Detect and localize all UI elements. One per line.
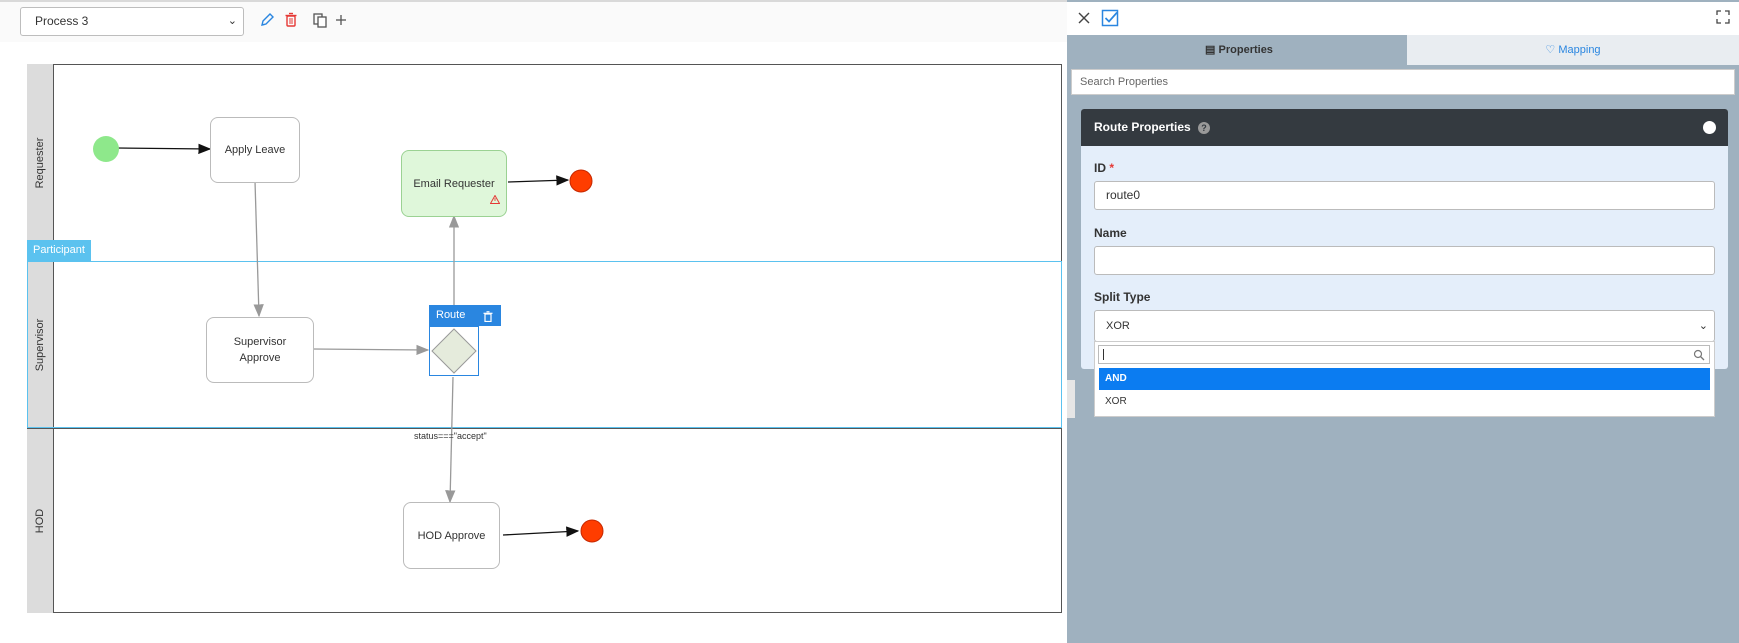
task-supervisor-approve[interactable]: Supervisor Approve	[206, 317, 314, 383]
task-label: HOD Approve	[417, 529, 486, 542]
search-icon	[1693, 348, 1705, 366]
name-field[interactable]	[1094, 246, 1715, 275]
split-type-value: XOR	[1106, 320, 1130, 332]
warning-icon	[489, 193, 501, 209]
task-hod-approve[interactable]: HOD Approve	[403, 502, 500, 569]
maximize-icon[interactable]	[1716, 10, 1730, 24]
flow-supervisor-to-route	[312, 344, 430, 356]
trash-icon[interactable]	[483, 309, 493, 330]
sequence-flows	[93, 136, 604, 543]
card-title: Route Properties	[1094, 120, 1191, 134]
panel-resize-handle[interactable]	[1067, 380, 1075, 418]
task-apply-leave[interactable]: Apply Leave	[210, 117, 300, 183]
start-event	[93, 136, 119, 162]
tab-label: Properties	[1218, 44, 1273, 56]
document-icon: ▤	[1205, 44, 1216, 56]
flow-apply-to-supervisor	[253, 180, 264, 318]
collapse-chevron-icon[interactable]	[1703, 121, 1716, 140]
id-field[interactable]: route0	[1094, 181, 1715, 210]
close-icon[interactable]	[1076, 10, 1092, 26]
dropdown-search-input[interactable]	[1098, 345, 1710, 364]
search-properties-input[interactable]: Search Properties	[1071, 69, 1735, 95]
condition-label[interactable]: status==="accept"	[414, 431, 487, 441]
flow-email-to-end	[507, 175, 570, 186]
flow-hod-to-end	[502, 526, 580, 537]
mapping-icon: ♡	[1545, 44, 1556, 56]
required-asterisk: *	[1109, 161, 1115, 175]
text-cursor	[1103, 349, 1104, 360]
split-type-label: Split Type	[1094, 290, 1151, 304]
name-label: Name	[1094, 226, 1127, 240]
end-event	[580, 519, 604, 543]
dropdown-option-and[interactable]: AND	[1099, 368, 1710, 390]
task-email-requester[interactable]: Email Requester	[401, 150, 507, 217]
tab-properties[interactable]: ▤ Properties	[1071, 35, 1407, 65]
end-event	[569, 169, 593, 193]
task-label: Email Requester	[413, 177, 495, 190]
split-type-select[interactable]: XOR ⌄	[1094, 310, 1715, 342]
dropdown-option-xor[interactable]: XOR	[1099, 391, 1710, 413]
route-gateway-selected[interactable]	[429, 326, 479, 376]
save-check-icon[interactable]	[1101, 9, 1119, 27]
id-label: ID *	[1094, 161, 1114, 175]
route-properties-header[interactable]: Route Properties ?	[1081, 109, 1728, 146]
tab-label: Mapping	[1558, 44, 1601, 56]
task-label: Apply Leave	[224, 144, 286, 156]
panel-topbar	[1067, 2, 1739, 35]
id-label-text: ID	[1094, 161, 1106, 175]
task-label: Supervisor	[233, 336, 287, 348]
chevron-down-icon: ⌄	[1698, 320, 1708, 332]
tab-mapping[interactable]: ♡ Mapping	[1407, 35, 1739, 65]
help-icon[interactable]: ?	[1198, 121, 1211, 134]
gateway-diamond[interactable]	[430, 327, 478, 375]
task-label: Approve	[239, 352, 281, 364]
flow-start-to-apply	[116, 143, 212, 155]
route-header[interactable]: Route	[429, 305, 501, 326]
route-label: Route	[436, 309, 466, 321]
